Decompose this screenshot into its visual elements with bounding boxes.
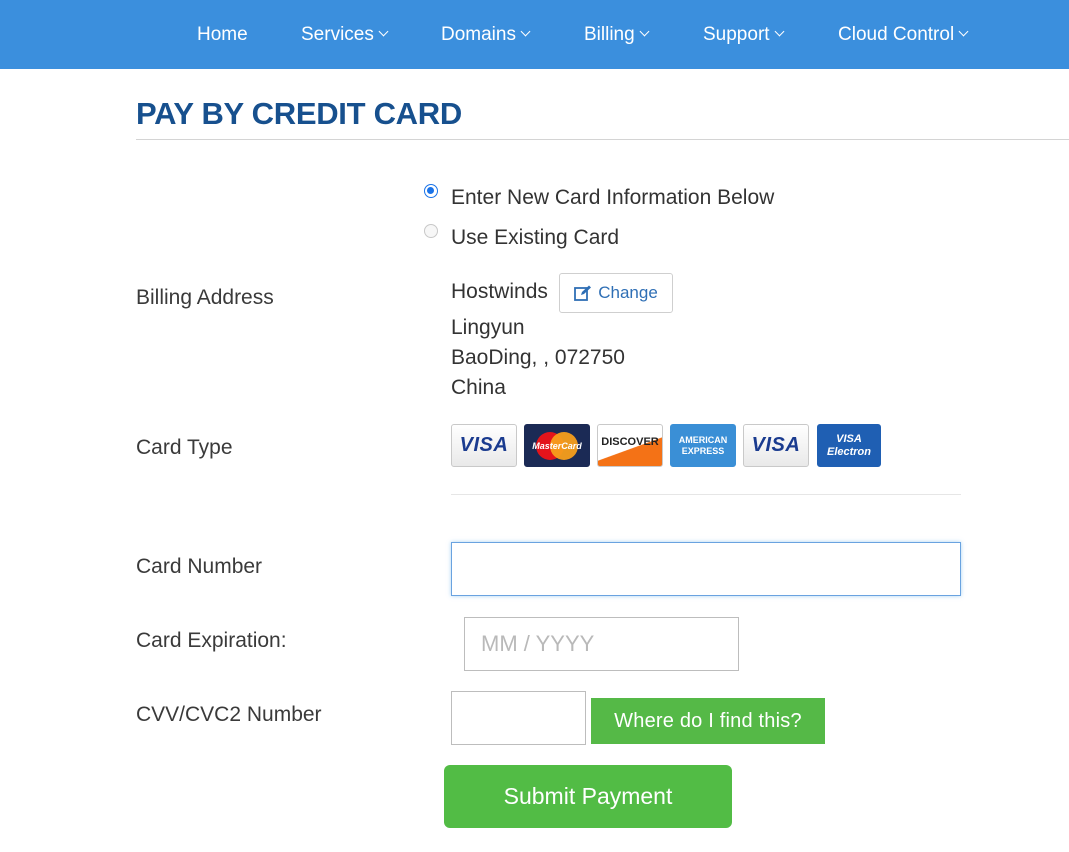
nav-domains-label: Domains: [441, 24, 516, 45]
amex-logo: AMERICAN EXPRESS: [670, 424, 736, 467]
where-find-cvv-button[interactable]: Where do I find this?: [591, 698, 825, 744]
nav-billing-label: Billing: [584, 24, 635, 45]
card-number-input[interactable]: [451, 542, 961, 596]
chevron-down-icon: [378, 26, 389, 37]
existing-card-radio-label[interactable]: Use Existing Card: [451, 226, 619, 250]
change-address-button[interactable]: Change: [559, 273, 673, 313]
edit-icon: [574, 285, 592, 301]
cvv-label: CVV/CVC2 Number: [136, 703, 322, 726]
card-type-label: Card Type: [136, 436, 233, 459]
chevron-down-icon: [958, 26, 969, 37]
discover-logo: DISCOVER: [597, 424, 663, 467]
nav-domains[interactable]: Domains: [441, 23, 531, 47]
chevron-down-icon: [639, 26, 650, 37]
billing-name: Hostwinds: [451, 280, 548, 303]
billing-country: China: [451, 376, 506, 399]
nav-cloud-control[interactable]: Cloud Control: [838, 23, 969, 47]
cvv-input[interactable]: [451, 691, 586, 745]
billing-line1: Lingyun: [451, 316, 525, 339]
existing-card-radio[interactable]: [424, 224, 438, 238]
top-navbar: Home Services Domains Billing Support Cl…: [0, 0, 1069, 69]
card-number-label: Card Number: [136, 555, 263, 578]
section-divider: [451, 494, 961, 495]
where-find-cvv-label: Where do I find this?: [614, 709, 802, 732]
nav-services-label: Services: [301, 24, 374, 45]
new-card-radio[interactable]: [424, 184, 438, 198]
nav-home-label: Home: [197, 24, 248, 45]
visa-logo-text: VISA: [459, 434, 509, 456]
amex-logo-text: AMERICAN EXPRESS: [678, 434, 728, 456]
chevron-down-icon: [774, 26, 784, 37]
billing-address-label: Billing Address: [136, 286, 274, 309]
nav-support[interactable]: Support: [703, 23, 784, 47]
visa-logo: VISA: [451, 424, 517, 467]
visa-logo-2: VISA: [743, 424, 809, 467]
visa-logo-2-text: VISA: [751, 434, 801, 456]
nav-support-label: Support: [703, 24, 770, 45]
mastercard-logo-text: MasterCard: [532, 440, 582, 451]
discover-logo-text: DISCOVER: [601, 435, 659, 448]
submit-payment-label: Submit Payment: [503, 783, 673, 809]
chevron-down-icon: [520, 26, 531, 37]
card-expiration-label: Card Expiration:: [136, 629, 287, 652]
nav-cloud-control-label: Cloud Control: [838, 24, 955, 45]
billing-line2: BaoDing, , 072750: [451, 346, 625, 369]
nav-services[interactable]: Services: [301, 23, 389, 47]
submit-payment-button[interactable]: Submit Payment: [444, 765, 732, 828]
mastercard-logo: MasterCard: [524, 424, 590, 467]
nav-home[interactable]: Home: [197, 23, 248, 47]
change-button-label: Change: [598, 283, 658, 302]
title-divider: [136, 139, 1069, 140]
page-title: PAY BY CREDIT CARD: [136, 96, 462, 131]
visa-electron-logo: VISA Electron: [817, 424, 881, 467]
nav-billing[interactable]: Billing: [584, 23, 650, 47]
visa-electron-logo-text: VISA Electron: [826, 432, 871, 458]
card-expiration-input[interactable]: [464, 617, 739, 671]
new-card-radio-label[interactable]: Enter New Card Information Below: [451, 186, 774, 210]
